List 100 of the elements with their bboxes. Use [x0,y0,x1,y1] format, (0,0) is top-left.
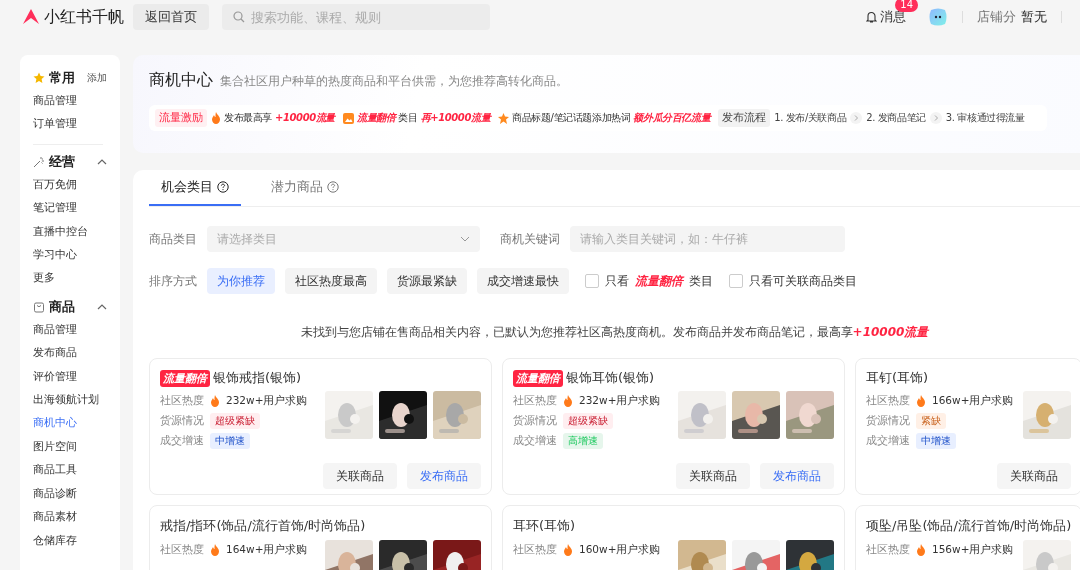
keyword-field[interactable]: 请输入类目关键词，如：牛仔裤 [570,226,845,252]
sidebar-section-title[interactable]: 商品 [49,297,75,316]
stat-label: 货源情况 [866,414,910,428]
category-title: 耳钉(耳饰) [866,369,929,387]
link-product-button[interactable]: 关联商品 [676,463,750,489]
promo-text: 发布最高享 [224,111,272,125]
stat-label: 成交增速 [160,434,204,448]
publish-button[interactable]: 发布商品 [407,463,481,489]
checkbox[interactable] [729,274,743,288]
sidebar-section-title[interactable]: 常用 [49,69,75,87]
star-icon [33,72,45,84]
sidebar-section-title[interactable]: 经营 [49,152,75,171]
flow-step: 3. 审核通过得流量 [945,111,1025,125]
traffic-badge: 流量翻倍 [160,369,210,387]
sidebar-item[interactable]: 出海领航计划 [33,388,99,412]
flow-label: 发布流程 [718,109,771,127]
stat-label: 社区热度 [866,394,910,408]
image-icon [343,112,354,124]
checkbox[interactable] [585,274,599,288]
sort-option[interactable]: 成交增速最快 [477,268,569,294]
checkbox-label: 只看可关联商品类目 [749,272,857,290]
stat-label: 成交增速 [866,434,910,448]
stat-label: 成交增速 [513,434,557,448]
sidebar-item[interactable]: 笔记管理 [33,196,77,220]
back-home-button[interactable]: 返回首页 [133,4,209,30]
sidebar-item[interactable]: 评价管理 [33,364,77,389]
sidebar-item[interactable]: 图片空间 [33,434,77,459]
heat-value: 156w+用户求购 [932,543,1014,557]
checkbox-label: 流量翻倍 [635,272,683,290]
page-title: 商机中心 [149,70,213,91]
fire-icon [210,544,220,556]
sidebar-item[interactable]: 直播中控台 [33,219,88,244]
sidebar-item[interactable]: 商品管理 [33,317,77,342]
promo-text: 流量翻倍 [357,111,396,125]
bag-icon [33,300,45,313]
sort-option[interactable]: 社区热度最高 [285,268,377,294]
search-icon [233,11,245,23]
sort-option[interactable]: 货源最紧缺 [387,268,467,294]
sidebar-item[interactable]: 订单管理 [33,112,77,136]
stat-label: 社区热度 [866,543,910,557]
help-icon [217,181,229,193]
avatar-icon[interactable] [928,8,948,26]
heat-value: 166w+用户求购 [932,394,1014,408]
publish-button[interactable]: 发布商品 [760,463,834,489]
stat-label: 社区热度 [160,394,204,408]
promo-text: 再+10000流量 [420,111,491,125]
heat-value: 232w+用户求购 [579,394,661,408]
search-field[interactable]: 搜索功能、课程、规则 [222,4,490,30]
sidebar-item[interactable]: 更多 [33,266,55,290]
bell-icon[interactable] [866,11,877,23]
stat-label: 货源情况 [513,414,557,428]
chevron-up-icon[interactable] [97,158,107,165]
sidebar-item[interactable]: 发布商品 [33,341,77,365]
page-subtitle: 集合社区用户种草的热度商品和平台供需，为您推荐高转化商品。 [220,73,568,90]
sort-option[interactable]: 为你推荐 [207,268,275,294]
chevron-down-icon [460,236,470,242]
notice-text: 未找到与您店铺在售商品相关内容，已默认为您推荐社区高热度商机。发布商品并发布商品笔记，最高享+10000流量 [299,324,930,341]
sidebar-item[interactable]: 商品诊断 [33,481,77,506]
sidebar-item[interactable]: 仓储库存 [33,528,77,552]
sidebar-item[interactable]: 商品管理 [33,89,77,113]
sidebar-item[interactable]: 商品工具 [33,458,77,482]
fire-icon [210,395,220,407]
help-icon [327,181,339,193]
logo-text: 小红书千帆 [44,6,124,28]
tab[interactable]: 机会类目 [149,170,241,206]
sidebar-item[interactable]: 商机中心 [33,411,77,435]
status-tag: 超级紧缺 [210,413,260,429]
add-link[interactable]: 添加 [87,71,107,85]
heat-value: 164w+用户求购 [226,543,308,557]
checkbox-label: 类目 [689,272,713,290]
message-count-badge: 14 [895,0,918,12]
category-title: 银饰耳饰(银饰) [566,369,655,387]
fire-icon [916,544,926,556]
chevron-up-icon[interactable] [97,303,107,310]
checkbox-label: 只看 [605,272,629,290]
category-title: 戒指/指环(饰品/流行首饰/时尚饰品) [160,517,366,535]
fire-icon [563,395,573,407]
promo-text: +10000流量 [275,111,335,125]
link-product-button[interactable]: 关联商品 [323,463,397,489]
magic-wand-icon [33,155,45,168]
sort-label: 排序方式 [149,272,197,290]
link-product-button[interactable]: 关联商品 [997,463,1071,489]
sidebar-item[interactable]: 百万免佣 [33,172,77,197]
sidebar-item[interactable]: 学习中心 [33,243,77,267]
status-tag: 紧缺 [916,413,946,429]
heat-value: 160w+用户求购 [579,543,661,557]
logo-icon [22,8,40,26]
traffic-badge: 流量翻倍 [513,369,563,387]
promo-text: 类目 [398,111,418,125]
category-label: 商品类目 [149,230,197,248]
sidebar-item[interactable]: 商品素材 [33,505,77,529]
flow-step: 1. 发布/关联商品 [774,111,847,125]
fire-icon [916,395,926,407]
stat-label: 社区热度 [160,543,204,557]
category-title: 项坠/吊坠(饰品/流行首饰/时尚饰品) [866,517,1072,535]
tab[interactable]: 潜力商品 [259,170,351,206]
stat-label: 社区热度 [513,543,557,557]
stat-label: 社区热度 [513,394,557,408]
heat-value: 232w+用户求购 [226,394,308,408]
keyword-label: 商机关键词 [500,230,560,248]
